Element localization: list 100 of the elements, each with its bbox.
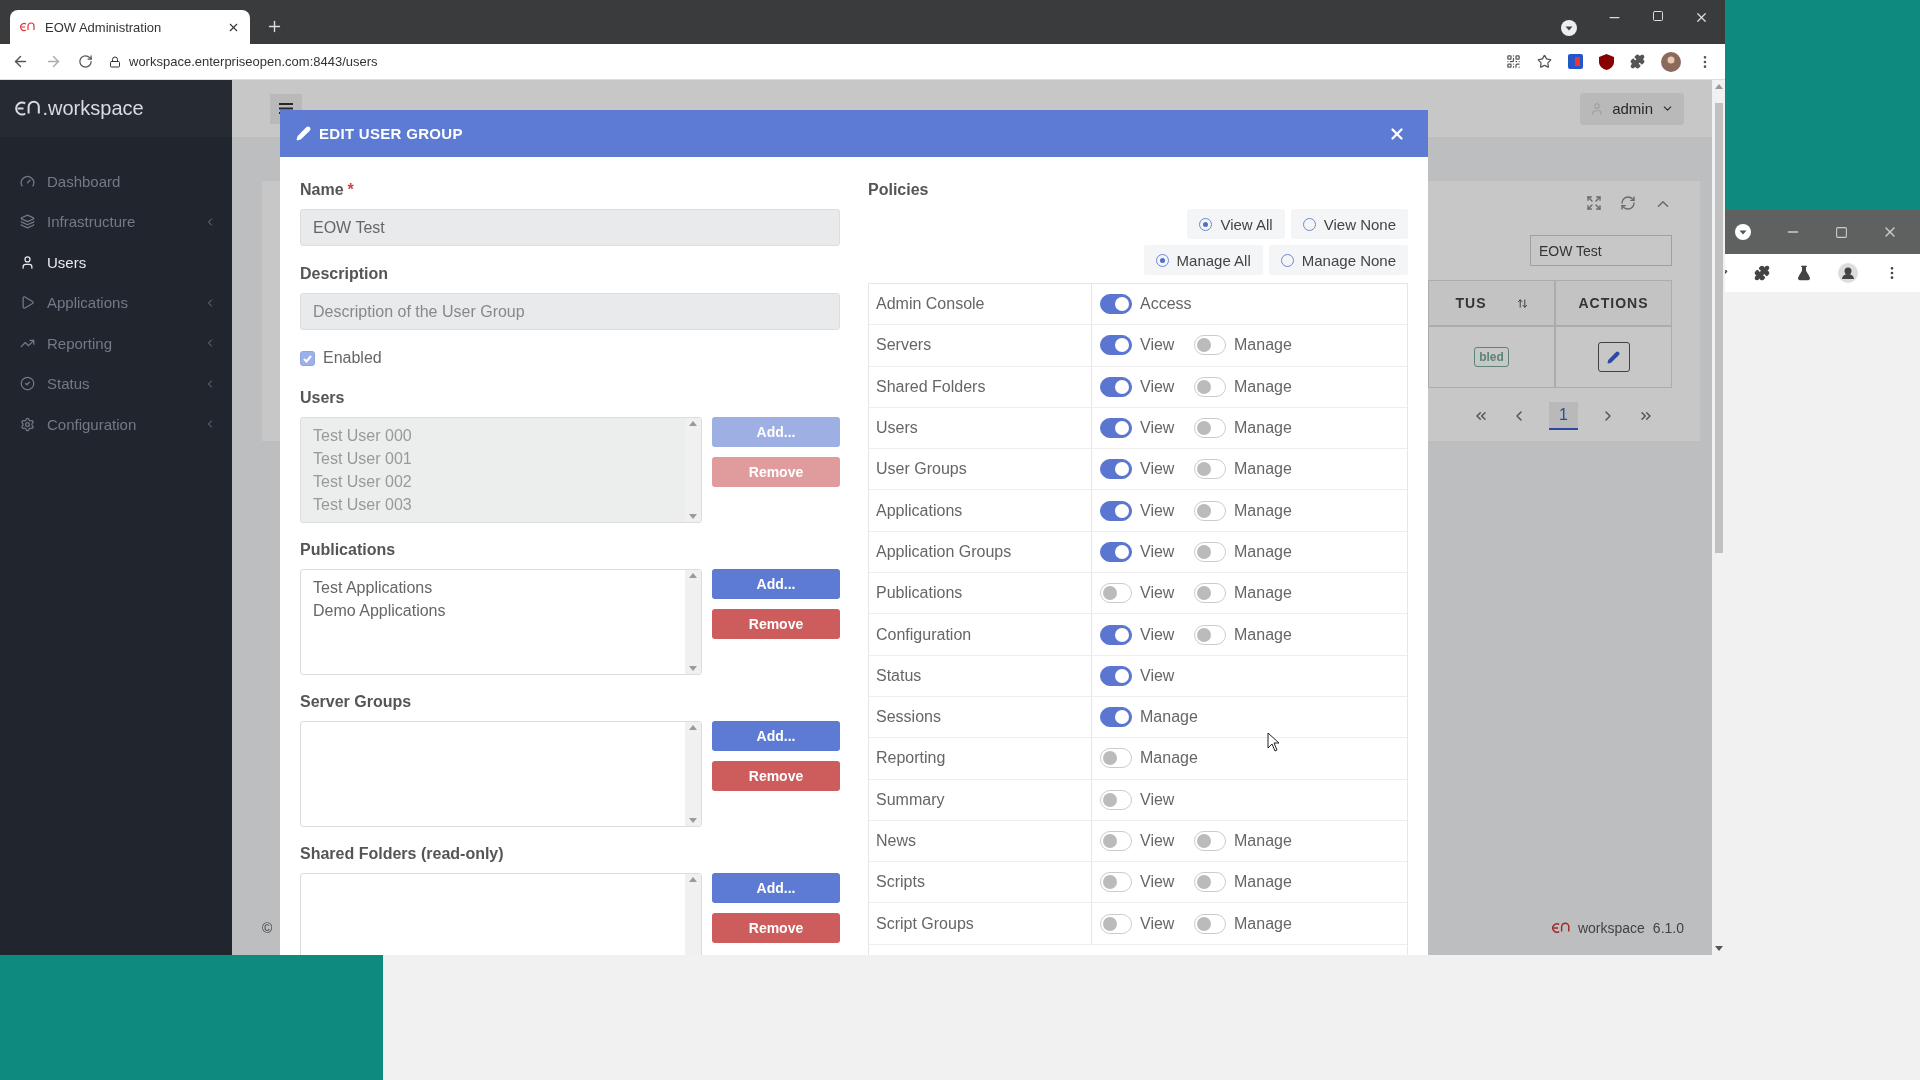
toggle-switch[interactable] [1100,294,1132,315]
copyright-text: © [262,919,273,936]
enabled-checkbox[interactable] [300,350,315,366]
remove-button[interactable]: Remove [712,761,840,791]
new-tab-icon[interactable] [266,18,283,35]
url-text[interactable]: workspace.enterpriseopen.com:8443/users [129,54,378,69]
scroll-up-icon[interactable] [689,877,697,882]
maximize-icon[interactable] [1652,10,1664,22]
toggle-switch[interactable] [1100,665,1132,686]
toggle-switch[interactable] [1194,872,1226,893]
forward-icon[interactable] [45,53,62,70]
user-menu-button[interactable]: admin [1580,92,1684,125]
list-item[interactable]: Test Applications [313,576,673,599]
scrollbar-thumb[interactable] [1714,103,1723,553]
toggle-switch[interactable] [1194,459,1226,480]
remove-button[interactable]: Remove [712,913,840,943]
close-icon[interactable] [1694,10,1709,25]
refresh-icon[interactable] [1620,195,1636,211]
logo-icon [1551,921,1570,934]
puzzle-icon[interactable] [1754,265,1770,281]
back-icon[interactable] [12,53,29,70]
toggle-switch[interactable] [1100,748,1132,769]
scroll-up-icon[interactable] [689,573,697,578]
add-button[interactable]: Add... [712,569,840,599]
sidebar-item[interactable]: Reporting [0,323,232,364]
browser-tab[interactable]: EOW Administration [10,10,250,44]
toggle-switch[interactable] [1100,583,1132,604]
list-item[interactable]: Demo Applications [313,599,673,622]
toggle-switch[interactable] [1100,789,1132,810]
policy-name: Publications [869,573,1092,614]
status-badge: bled [1474,347,1509,367]
sidebar-item[interactable]: Users [0,242,232,283]
radio-label: View None [1323,215,1396,233]
toggle-switch[interactable] [1194,376,1226,397]
toggle-label: View [1140,832,1175,850]
required-mark: * [347,180,354,200]
toggle-switch[interactable] [1100,541,1132,562]
dropdown-icon[interactable] [1735,224,1751,240]
name-field[interactable]: EOW Test [300,209,840,246]
toggle-switch[interactable] [1100,831,1132,851]
dropdown-icon[interactable] [1561,20,1577,36]
toggle-label: View [1140,501,1175,520]
radio-option[interactable]: View None [1290,209,1408,239]
scroll-down-icon[interactable] [1714,946,1723,951]
radio-option[interactable]: View All [1187,209,1285,239]
toggle-switch[interactable] [1100,624,1132,645]
sidebar-item[interactable]: Status [0,363,232,404]
scroll-up-icon[interactable] [689,725,697,730]
toggle-switch[interactable] [1194,624,1226,645]
page-link[interactable]: 1 [1549,402,1578,430]
sidebar-item[interactable]: Applications [0,282,232,323]
toggle-switch[interactable] [1100,872,1132,893]
remove-button[interactable]: Remove [712,609,840,639]
toggle-switch[interactable] [1100,913,1132,934]
policy-name: Admin Console [869,284,1092,325]
sidebar-item[interactable]: Configuration [0,404,232,445]
expand-icon[interactable] [1586,195,1602,211]
star-icon[interactable] [1537,54,1552,69]
logo-icon [15,100,41,117]
scroll-up-icon[interactable] [1714,84,1723,89]
list-box[interactable]: Test Applications Demo Applications [300,569,702,675]
description-field[interactable]: Description of the User Group [300,293,840,330]
policy-name: Servers [869,325,1092,366]
qr-icon[interactable] [1506,54,1521,69]
shield-icon[interactable] [1599,53,1614,70]
edit-button[interactable] [1597,342,1630,372]
user-icon [1590,101,1605,116]
toggle-switch[interactable] [1100,707,1132,728]
toggle-switch[interactable] [1194,541,1226,562]
flask-icon[interactable] [1796,265,1812,281]
reload-icon[interactable] [78,54,93,69]
maximize-icon[interactable] [1835,225,1848,239]
add-button[interactable]: Add... [712,721,840,751]
mouse-pointer-icon [1267,732,1281,752]
add-button[interactable]: Add... [712,873,840,903]
search-field[interactable]: EOW Test [1530,235,1672,266]
toggle-switch[interactable] [1100,335,1132,356]
toggle-switch[interactable] [1100,500,1132,521]
radio-option[interactable]: Manage All [1143,245,1263,275]
table-header[interactable]: TUS [1428,280,1555,326]
toggle-label: View [1140,625,1175,644]
toggle-switch[interactable] [1194,500,1226,521]
toggle-switch[interactable] [1100,376,1132,397]
toggle-switch[interactable] [1194,335,1226,356]
puzzle-icon[interactable] [1630,54,1645,69]
toggle-switch[interactable] [1194,418,1226,439]
sort-icon[interactable] [1516,297,1528,309]
policy-name: Status [869,655,1092,696]
toggle-switch[interactable] [1194,831,1226,851]
avatar-icon[interactable] [1838,263,1858,283]
toggle-switch[interactable] [1100,459,1132,480]
radio-option[interactable]: Manage None [1268,245,1408,275]
toggle-switch[interactable] [1194,913,1226,934]
sidebar-item[interactable]: Dashboard [0,161,232,202]
toggle-switch[interactable] [1100,418,1132,439]
sidebar-item[interactable]: Infrastructure [0,201,232,242]
policy-name: User Groups [869,449,1092,490]
avatar-icon[interactable] [1661,51,1681,72]
toggle-switch[interactable] [1194,583,1226,604]
toggle-label: Access [1140,295,1192,314]
